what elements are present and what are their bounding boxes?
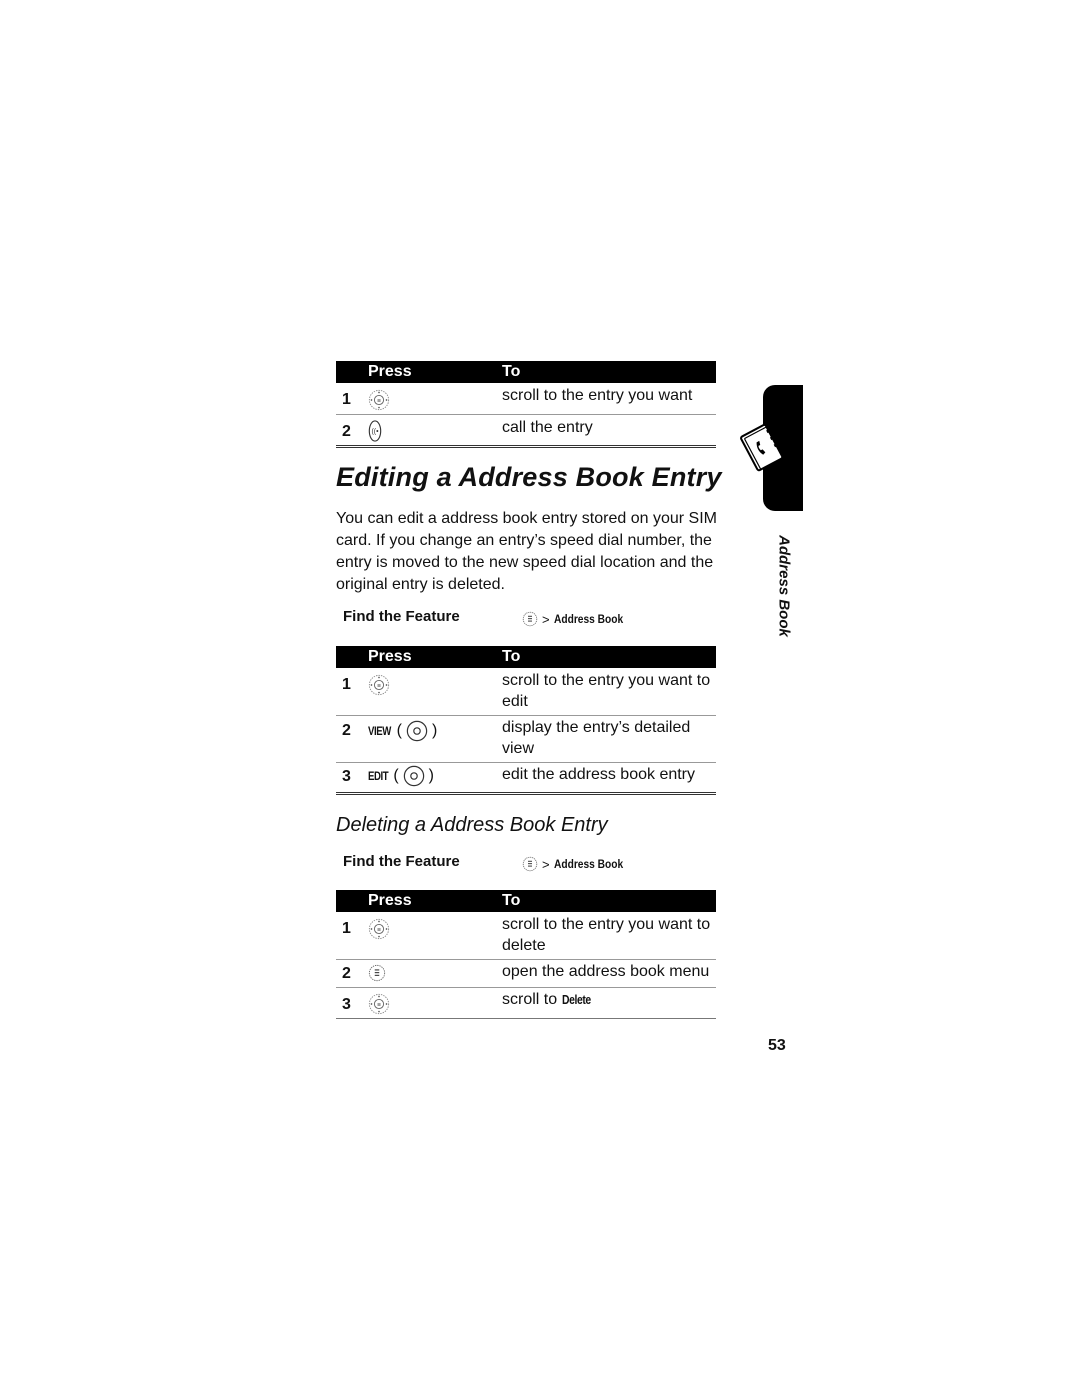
table-row: 1 scroll to the entry you want to delete bbox=[336, 912, 716, 960]
table-header: Press To bbox=[336, 646, 716, 668]
step-number: 2 bbox=[342, 722, 351, 739]
step-number: 1 bbox=[342, 920, 351, 937]
path-separator: > bbox=[542, 611, 550, 627]
step-description: call the entry bbox=[502, 419, 593, 436]
table-row: 1 scroll to the entry you want to edit bbox=[336, 668, 716, 716]
step-number: 2 bbox=[342, 423, 351, 440]
step-description: edit the address book entry bbox=[502, 766, 696, 783]
find-feature-label: Find the Feature bbox=[343, 608, 460, 625]
nav-key-icon bbox=[368, 993, 390, 1015]
delete-entry-table: Press To 1 scroll to the entry you want … bbox=[336, 890, 716, 1019]
edit-entry-table: Press To 1 scroll to the entry you want … bbox=[336, 646, 716, 795]
header-to: To bbox=[502, 363, 521, 380]
step-description: scroll to the entry you want bbox=[502, 387, 693, 404]
nav-key-icon bbox=[368, 674, 390, 696]
table-row: 3 EDIT ( ) edit the address book entry bbox=[336, 763, 716, 795]
menu-key-icon bbox=[522, 611, 538, 627]
center-key-icon bbox=[406, 720, 428, 742]
find-feature-path: > Address Book bbox=[522, 611, 635, 627]
page-number: 53 bbox=[768, 1037, 786, 1054]
section-title-deleting: Deleting a Address Book Entry bbox=[336, 814, 608, 836]
step-description: scroll to Delete bbox=[502, 988, 716, 1010]
call-entry-table: Press To 1 scroll to the entry you want … bbox=[336, 361, 716, 448]
step-description: display the entry’s detailed view bbox=[502, 719, 691, 757]
paren-close: ) bbox=[428, 767, 434, 784]
find-feature-label: Find the Feature bbox=[343, 853, 460, 870]
header-to: To bbox=[502, 648, 521, 665]
section-side-label: Address Book bbox=[775, 535, 793, 637]
paren-close: ) bbox=[432, 722, 438, 739]
header-press: Press bbox=[368, 648, 412, 665]
table-row: 2 call the entry bbox=[336, 415, 716, 448]
step-number: 3 bbox=[342, 768, 351, 785]
step-number: 2 bbox=[342, 965, 351, 982]
header-press: Press bbox=[368, 363, 412, 380]
menu-key-icon bbox=[368, 964, 386, 982]
table-row: 1 scroll to the entry you want bbox=[336, 383, 716, 415]
nav-key-icon bbox=[368, 918, 390, 940]
table-header: Press To bbox=[336, 361, 716, 383]
step-description: open the address book menu bbox=[502, 963, 710, 980]
editing-description: You can edit a address book entry stored… bbox=[336, 510, 717, 593]
step-text: scroll to bbox=[502, 991, 562, 1008]
paren-open: ( bbox=[396, 722, 402, 739]
find-feature-path: > Address Book bbox=[522, 856, 635, 872]
menu-key-icon bbox=[522, 856, 538, 872]
step-number: 1 bbox=[342, 676, 351, 693]
menu-option-delete: Delete bbox=[561, 992, 591, 1007]
send-key-icon bbox=[368, 419, 382, 443]
table-row: 3 scroll to Delete bbox=[336, 988, 716, 1019]
table-row: 2 VIEW ( ) display the entry’s detailed … bbox=[336, 716, 716, 763]
step-description: scroll to the entry you want to edit bbox=[502, 672, 711, 710]
step-number: 1 bbox=[342, 391, 351, 408]
address-book-icon bbox=[740, 423, 784, 472]
center-key-icon bbox=[403, 765, 425, 787]
section-title-editing: Editing a Address Book Entry bbox=[336, 462, 722, 492]
paren-open: ( bbox=[393, 767, 399, 784]
header-to: To bbox=[502, 892, 521, 909]
nav-key-icon bbox=[368, 389, 390, 411]
table-header: Press To bbox=[336, 890, 716, 912]
softkey-view: VIEW bbox=[368, 724, 391, 738]
header-press: Press bbox=[368, 892, 412, 909]
path-address-book: Address Book bbox=[553, 612, 623, 626]
path-address-book: Address Book bbox=[553, 857, 623, 871]
softkey-edit: EDIT bbox=[368, 769, 389, 783]
step-description: scroll to the entry you want to delete bbox=[502, 916, 711, 954]
path-separator: > bbox=[542, 856, 550, 872]
table-row: 2 open the address book menu bbox=[336, 960, 716, 988]
step-number: 3 bbox=[342, 996, 351, 1013]
